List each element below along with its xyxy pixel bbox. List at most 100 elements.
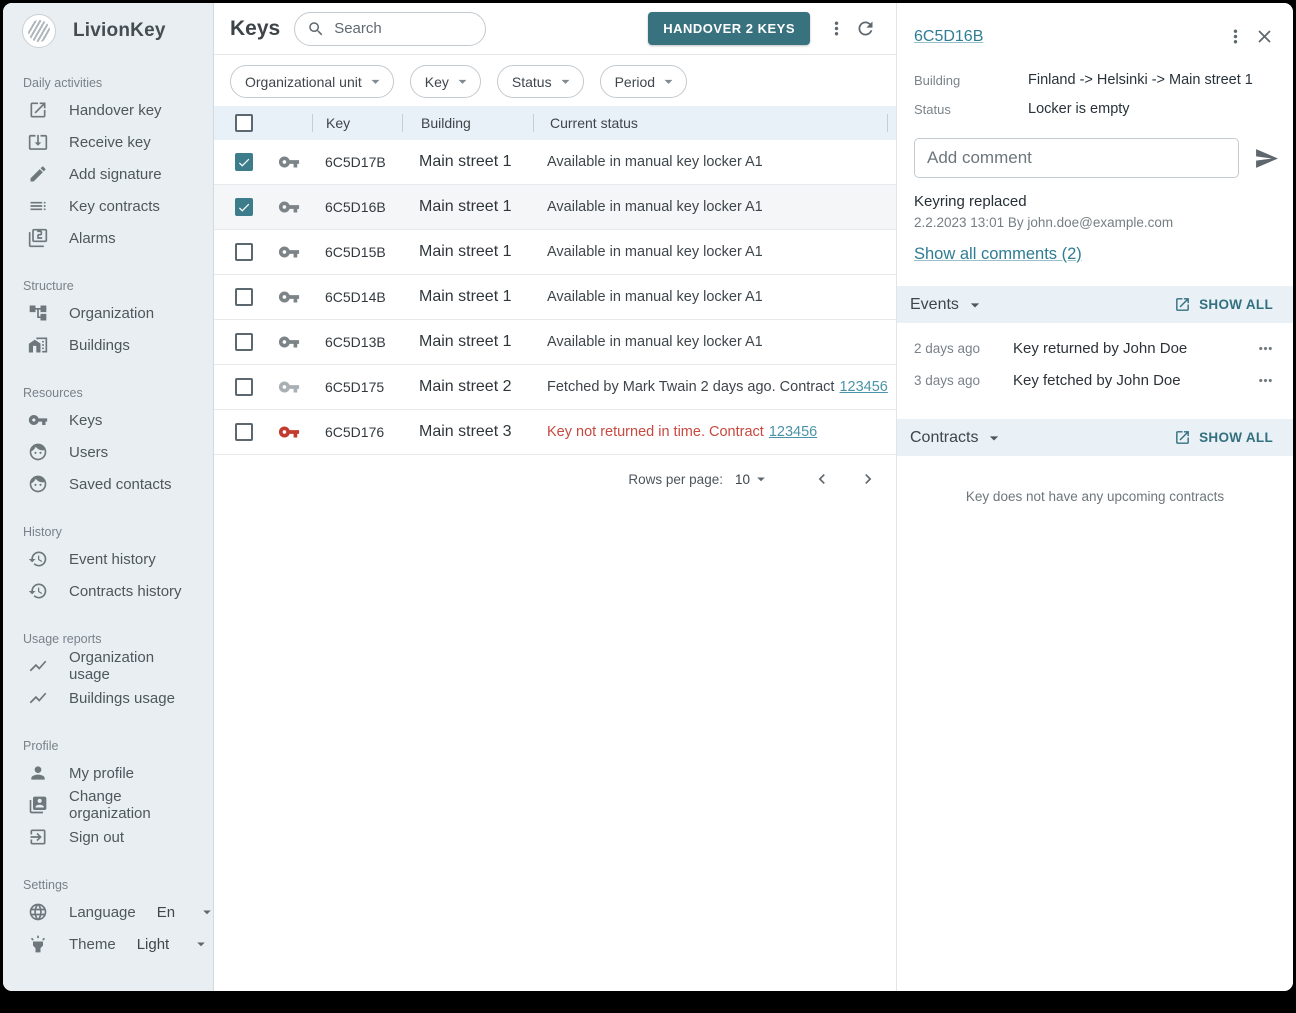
refresh-button[interactable] (851, 14, 880, 43)
table-row[interactable]: 6C5D16B Main street 1 Available in manua… (214, 185, 896, 230)
sidebar-item-event-history[interactable]: Event history (3, 543, 213, 575)
row-checkbox[interactable] (235, 198, 253, 216)
status-text: Fetched by Mark Twain 2 days ago. Contra… (547, 379, 834, 395)
filter-organizational-unit[interactable]: Organizational unit (230, 65, 394, 98)
sidebar-item-key-contracts[interactable]: Key contracts (3, 190, 213, 222)
filter-period[interactable]: Period (600, 65, 687, 98)
toc-icon (28, 196, 48, 216)
table-row[interactable]: 6C5D15B Main street 1 Available in manua… (214, 230, 896, 275)
chevron-down-icon (192, 935, 210, 953)
cell-building: Main street 1 (401, 333, 531, 351)
contract-link[interactable]: 123456 (839, 379, 887, 395)
contracts-show-all-button[interactable]: SHOW ALL (1174, 429, 1273, 446)
filter-bar: Organizational unit Key Status Period (214, 55, 896, 106)
app-frame: LivionKey Daily activities Handover key … (3, 3, 1293, 991)
sidebar-item-add-signature[interactable]: Add signature (3, 158, 213, 190)
table-row[interactable]: 6C5D176 Main street 3 Key not returned i… (214, 410, 896, 455)
filter-key[interactable]: Key (410, 65, 481, 98)
livionkey-logo-icon (22, 14, 56, 48)
filter-status[interactable]: Status (497, 65, 584, 98)
collapse-events-icon[interactable] (965, 295, 985, 315)
sidebar-item-label: Theme (69, 936, 116, 953)
previous-page-icon[interactable] (812, 469, 832, 489)
event-more-button[interactable] (1254, 337, 1277, 360)
header-checkbox-cell (214, 114, 312, 132)
panel-more-menu-button[interactable] (1221, 22, 1250, 51)
table-row[interactable]: 6C5D13B Main street 1 Available in manua… (214, 320, 896, 365)
key-icon (278, 196, 300, 218)
header-current-status: Current status (534, 115, 887, 131)
sidebar-item-users[interactable]: Users (3, 436, 213, 468)
contract-link[interactable]: 123456 (769, 424, 817, 440)
sidebar-item-receive-key[interactable]: Receive key (3, 126, 213, 158)
handover-keys-button[interactable]: HANDOVER 2 KEYS (648, 12, 810, 45)
language-value[interactable]: En (157, 904, 175, 921)
sidebar-item-label: Sign out (69, 829, 124, 846)
event-more-button[interactable] (1254, 369, 1277, 392)
chevron-down-icon (453, 72, 472, 91)
sidebar-item-handover-key[interactable]: Handover key (3, 94, 213, 126)
sidebar-item-label: Keys (69, 412, 102, 429)
cell-key-id: 6C5D17B (312, 154, 401, 170)
page-nav (812, 469, 878, 489)
receive-icon (28, 132, 48, 152)
collapse-contracts-icon[interactable] (984, 428, 1004, 448)
sidebar-item-alarms[interactable]: Alarms (3, 222, 213, 254)
sidebar-item-buildings[interactable]: Buildings (3, 329, 213, 361)
section-label: Profile (3, 735, 213, 757)
sidebar-item-organization[interactable]: Organization (3, 297, 213, 329)
check-icon (237, 200, 251, 215)
select-all-checkbox[interactable] (235, 114, 253, 132)
close-panel-button[interactable] (1250, 22, 1279, 51)
sidebar-item-language[interactable]: Language En (3, 896, 213, 928)
row-checkbox[interactable] (235, 243, 253, 261)
sidebar-item-theme[interactable]: Theme Light (3, 928, 213, 960)
cell-building: Main street 3 (401, 423, 531, 441)
sidebar-item-keys[interactable]: Keys (3, 404, 213, 436)
sidebar-item-buildings-usage[interactable]: Buildings usage (3, 682, 213, 714)
key-id-link[interactable]: 6C5D16B (914, 28, 983, 46)
chevron-down-icon (366, 72, 385, 91)
row-checkbox[interactable] (235, 378, 253, 396)
search-input[interactable] (334, 20, 473, 37)
table-row[interactable]: 6C5D175 Main street 2 Fetched by Mark Tw… (214, 365, 896, 410)
search-box[interactable] (294, 12, 486, 46)
section-label: Resources (3, 382, 213, 404)
table-row[interactable]: 6C5D14B Main street 1 Available in manua… (214, 275, 896, 320)
sidebar-item-change-organization[interactable]: Change organization (3, 789, 213, 821)
torch-icon (28, 934, 48, 954)
row-checkbox[interactable] (235, 423, 253, 441)
sidebar-item-sign-out[interactable]: Sign out (3, 821, 213, 853)
send-comment-button[interactable] (1252, 144, 1281, 173)
chevron-down-icon[interactable] (752, 470, 770, 488)
more-horiz-icon (1256, 339, 1275, 358)
panel-header: 6C5D16B (897, 3, 1293, 51)
comment-meta: 2.2.2023 13:01 By john.doe@example.com (914, 215, 1277, 230)
key-icon (278, 331, 300, 353)
show-all-comments-link[interactable]: Show all comments (2) (914, 245, 1293, 264)
open-in-new-icon (1174, 296, 1191, 313)
cell-status: Available in manual key locker A1 (531, 154, 896, 170)
sidebar-item-saved-contacts[interactable]: Saved contacts (3, 468, 213, 500)
table-row[interactable]: 6C5D17B Main street 1 Available in manua… (214, 140, 896, 185)
app-window: LivionKey Daily activities Handover key … (0, 0, 1296, 1013)
section-resources: Resources Keys Users Saved contacts (3, 382, 213, 500)
cell-status: Fetched by Mark Twain 2 days ago. Contra… (531, 379, 896, 395)
row-checkbox[interactable] (235, 288, 253, 306)
add-comment-input[interactable] (914, 138, 1239, 178)
rows-per-page-value[interactable]: 10 (735, 472, 750, 487)
row-checkbox[interactable] (235, 333, 253, 351)
table-more-menu-button[interactable] (822, 14, 851, 43)
table-header: Key Building Current status (214, 106, 896, 140)
row-checkbox[interactable] (235, 153, 253, 171)
sidebar-item-my-profile[interactable]: My profile (3, 757, 213, 789)
key-detail-panel: 6C5D16B Building Finland -> Helsinki -> … (896, 3, 1293, 991)
sidebar-item-organization-usage[interactable]: Organization usage (3, 650, 213, 682)
sidebar-item-label: Handover key (69, 102, 162, 119)
sidebar-item-contracts-history[interactable]: Contracts history (3, 575, 213, 607)
pencil-icon (28, 164, 48, 184)
section-usage-reports: Usage reports Organization usage Buildin… (3, 628, 213, 714)
next-page-icon[interactable] (858, 469, 878, 489)
theme-value[interactable]: Light (137, 936, 170, 953)
events-show-all-button[interactable]: SHOW ALL (1174, 296, 1273, 313)
